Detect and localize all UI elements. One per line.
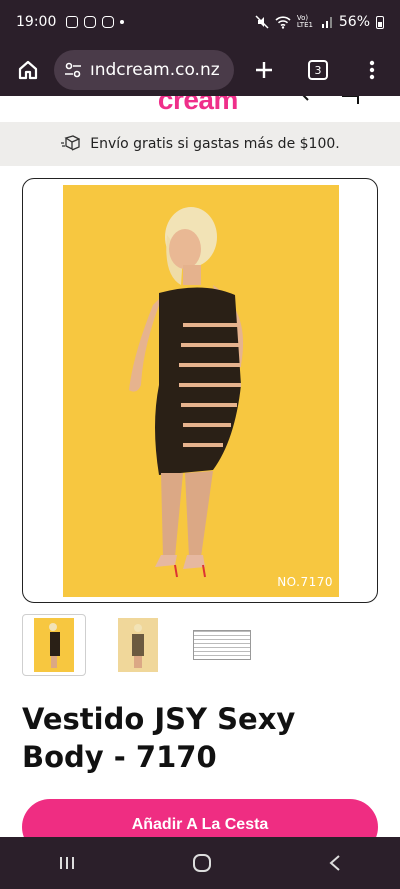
address-bar[interactable]: ındcream.co.nz [54, 50, 234, 90]
status-bar: 19:00 Vo) LTE1 56% [0, 0, 400, 44]
system-nav-bar [0, 837, 400, 889]
package-icon [61, 135, 81, 151]
instagram-icon [84, 16, 97, 28]
thumbnail-2[interactable] [106, 614, 170, 676]
back-icon[interactable] [328, 854, 342, 872]
plus-icon [256, 62, 272, 78]
site-header: locream [0, 96, 400, 122]
instagram-icon [102, 16, 115, 28]
site-settings-icon[interactable] [64, 62, 82, 78]
new-tab-button[interactable] [244, 50, 284, 90]
home-icon [18, 60, 38, 80]
shipping-banner: Envío gratis si gastas más de $100. [0, 122, 400, 166]
home-nav-icon[interactable] [192, 853, 212, 873]
browser-toolbar: ındcream.co.nz 3 [0, 44, 400, 96]
thumbnail-3[interactable] [190, 614, 254, 676]
recents-icon[interactable] [58, 854, 76, 872]
gallery-icon [66, 16, 79, 28]
clock: 19:00 [16, 14, 57, 30]
size-chart-image [193, 630, 251, 660]
photo-caption: NO.7170 [277, 575, 333, 589]
thumbnail-strip [22, 614, 254, 676]
menu-icon [369, 60, 375, 80]
notification-dot-icon [120, 20, 125, 24]
product-main-image[interactable]: NO.7170 [22, 178, 378, 603]
battery-icon [376, 15, 384, 29]
site-logo[interactable]: locream [150, 96, 239, 116]
tabs-button[interactable]: 3 [298, 50, 338, 90]
logo-text: cream [157, 96, 239, 115]
menu-button[interactable] [352, 50, 392, 90]
thumbnail-image [118, 618, 158, 672]
home-button[interactable] [8, 50, 48, 90]
thumbnail-image [34, 618, 74, 672]
tab-count: 3 [308, 60, 328, 80]
wifi-icon [275, 15, 291, 29]
cart-icon[interactable] [340, 96, 360, 104]
shipping-text: Envío gratis si gastas más de $100. [90, 136, 340, 152]
battery-percent: 56% [338, 14, 370, 30]
network-label: Vo) LTE1 [296, 14, 313, 29]
mute-icon [255, 15, 269, 29]
product-photo: NO.7170 [63, 185, 339, 597]
thumbnail-1[interactable] [22, 614, 86, 676]
model-silhouette [129, 207, 244, 578]
search-icon[interactable] [298, 96, 316, 104]
product-title: Vestido JSY Sexy Body - 7170 [22, 702, 296, 774]
url-text: ındcream.co.nz [90, 60, 220, 80]
signal-icon [321, 17, 332, 28]
